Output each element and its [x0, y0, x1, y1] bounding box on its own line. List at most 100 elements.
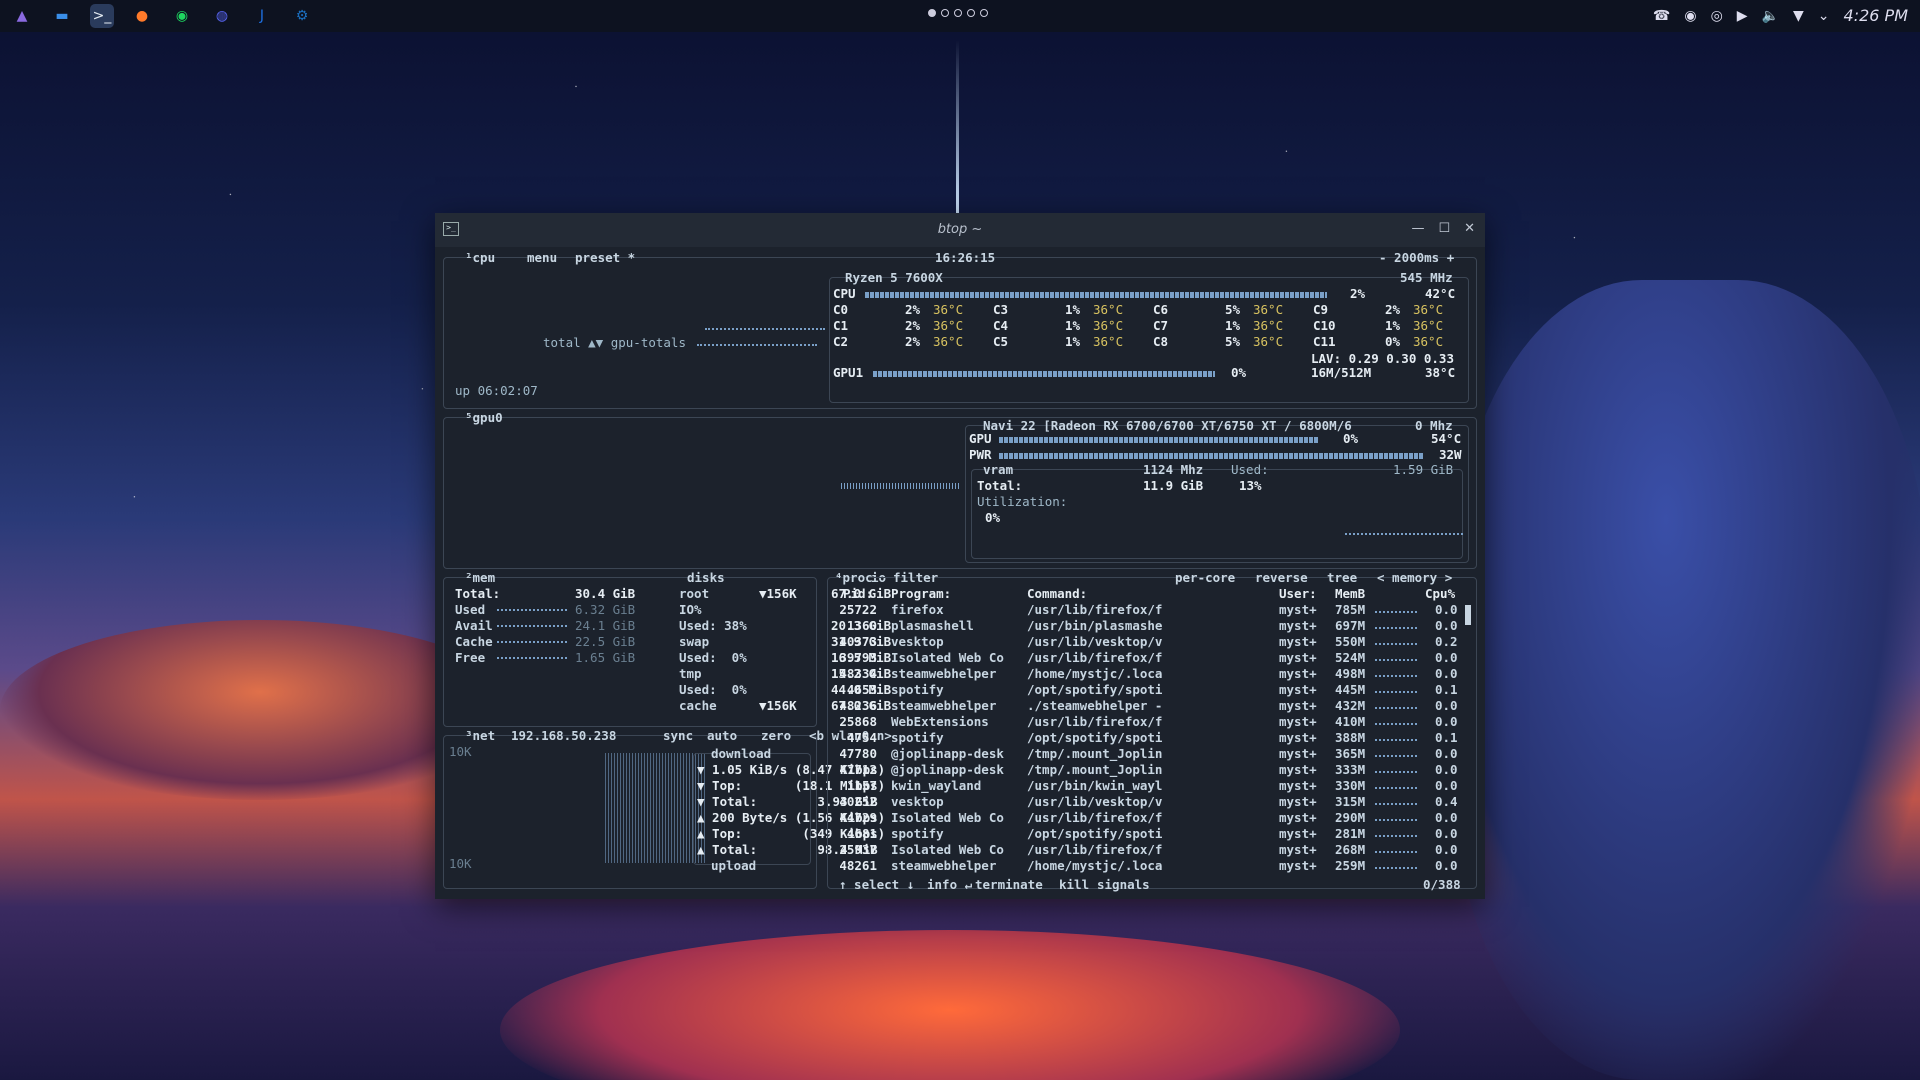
update-interval[interactable]: - 2000ms + — [1379, 250, 1454, 266]
core-usage: 2% — [905, 334, 921, 349]
select-control[interactable]: ↑ select ↓ — [839, 877, 914, 893]
col-cpu[interactable]: Cpu% — [1425, 586, 1455, 602]
wallpaper-cloud — [1450, 280, 1920, 1080]
proc-cpu: 0.2 — [1435, 634, 1458, 649]
mem-row-label: Used — [455, 602, 486, 617]
col-pid[interactable]: Pid: — [843, 586, 873, 602]
cpu-sparkline — [1375, 627, 1417, 631]
filter-button[interactable]: filter — [893, 570, 938, 586]
mem-row-value: 1.65 GiB — [575, 650, 636, 665]
proc-program: vesktop — [891, 634, 944, 649]
mem-panel-title[interactable]: ²mem — [465, 570, 495, 586]
cpu-sparkline — [1375, 739, 1417, 743]
maximize-icon[interactable]: ☐ — [1438, 221, 1450, 236]
proc-user: myst+ — [1279, 858, 1317, 873]
file-manager-icon[interactable]: ▬ — [50, 4, 74, 28]
sort-selector[interactable]: < memory > — [1377, 570, 1452, 586]
terminate-button[interactable]: terminate — [975, 877, 1043, 893]
proc-command: /tmp/.mount_Joplin — [1027, 746, 1163, 761]
spotify-tray-icon[interactable]: ◉ — [1684, 8, 1696, 24]
net-scale-top: 10K — [449, 744, 472, 759]
steam-icon[interactable]: ⚙ — [290, 4, 314, 28]
proc-scrollbar[interactable] — [1465, 605, 1471, 625]
per-core-toggle[interactable]: per-core — [1175, 570, 1235, 586]
kdeconnect-icon[interactable]: ☎ — [1653, 8, 1670, 24]
core-label: C11 — [1313, 334, 1336, 349]
tree-toggle[interactable]: tree — [1327, 570, 1357, 586]
menu-button[interactable]: menu — [527, 250, 557, 266]
volume-icon[interactable]: 🔈 — [1762, 8, 1779, 24]
desktop-1-indicator[interactable] — [928, 9, 936, 17]
app-launcher-icon[interactable]: ▲ — [10, 4, 34, 28]
proc-cpu: 0.0 — [1435, 698, 1458, 713]
cpu-panel-title[interactable]: ¹cpu — [465, 250, 495, 266]
spotify-icon[interactable]: ◉ — [170, 4, 194, 28]
core-usage: 2% — [905, 302, 921, 317]
cpu-graph-selector[interactable]: total ▲▼ gpu-totals — [543, 335, 686, 351]
proc-pid: 48236 — [839, 698, 877, 713]
close-icon[interactable]: ✕ — [1464, 221, 1475, 236]
info-button[interactable]: info ↵ — [927, 877, 972, 893]
col-mem[interactable]: MemB — [1335, 586, 1365, 602]
gpu-temp: 54°C — [1431, 431, 1462, 446]
proc-program: Isolated Web Co — [891, 650, 1004, 665]
reverse-toggle[interactable]: reverse — [1255, 570, 1308, 586]
proc-pid: 48261 — [839, 858, 877, 873]
disk-row-label: Used: 38% — [679, 618, 747, 633]
proc-pid: 47712 — [839, 762, 877, 777]
core-temp: 36°C — [1253, 302, 1284, 317]
proc-user: myst+ — [1279, 794, 1317, 809]
virtual-desktop-pager[interactable] — [928, 9, 988, 17]
sync-toggle[interactable]: sync — [663, 728, 693, 744]
gpu-utilization-value: 0% — [985, 510, 1001, 525]
core-temp: 36°C — [1093, 318, 1124, 333]
desktop-3-indicator[interactable] — [954, 9, 962, 17]
window-titlebar[interactable]: >_ btop ~ — ☐ ✕ — [435, 213, 1485, 247]
gpu-panel-title[interactable]: ⁵gpu0 — [465, 410, 503, 426]
clock[interactable]: 4:26 PM — [1844, 6, 1908, 25]
media-player-icon[interactable]: ▶ — [1737, 8, 1748, 24]
discord-icon[interactable]: ◍ — [210, 4, 234, 28]
core-temp: 36°C — [933, 302, 964, 317]
minimize-icon[interactable]: — — [1411, 221, 1424, 236]
kill-button[interactable]: kill — [1059, 877, 1089, 893]
proc-user: myst+ — [1279, 714, 1317, 729]
tray-expand-icon[interactable]: ⌄ — [1818, 8, 1830, 24]
proc-pid: 1157 — [846, 778, 877, 793]
preset-button[interactable]: preset * — [575, 250, 635, 266]
core-label: C8 — [1153, 334, 1169, 349]
proc-cpu: 0.0 — [1435, 618, 1458, 633]
cpu-sparkline — [1375, 691, 1417, 695]
disk-row-label: Used: 0% — [679, 682, 747, 697]
proc-pid: 44729 — [839, 810, 877, 825]
gpu-util-bar — [999, 437, 1319, 443]
core-usage: 2% — [1385, 302, 1401, 317]
vram-label: vram — [983, 462, 1014, 477]
zero-toggle[interactable]: zero — [761, 728, 791, 744]
col-user[interactable]: User: — [1279, 586, 1317, 602]
joplin-icon[interactable]: J — [250, 4, 274, 28]
desktop-2-indicator[interactable] — [941, 9, 949, 17]
cpu-total-graph — [705, 328, 825, 332]
cpu-sparkline — [1375, 835, 1417, 839]
proc-user: myst+ — [1279, 602, 1317, 617]
col-command[interactable]: Command: — [1027, 586, 1087, 602]
firefox-icon[interactable]: ● — [130, 4, 154, 28]
col-program[interactable]: Program: — [891, 586, 951, 602]
taskbar: ▲ ▬ >_ ● ◉ ◍ J ⚙ ☎ ◉ ◎ ▶ 🔈 ▼ ⌄ 4:26 PM — [0, 0, 1920, 32]
proc-panel-title[interactable]: ⁴proc — [835, 570, 873, 586]
desktop-4-indicator[interactable] — [967, 9, 975, 17]
proc-command: /usr/lib/firefox/f — [1027, 650, 1163, 665]
proc-command: /opt/spotify/spoti — [1027, 826, 1163, 841]
wifi-icon[interactable]: ▼ — [1793, 8, 1804, 24]
net-panel-title[interactable]: ³net — [465, 728, 495, 744]
auto-toggle[interactable]: auto — [707, 728, 737, 744]
terminal-icon[interactable]: >_ — [90, 4, 114, 28]
proc-command: /usr/lib/vesktop/v — [1027, 794, 1163, 809]
core-usage: 1% — [1065, 334, 1081, 349]
desktop-5-indicator[interactable] — [980, 9, 988, 17]
disk-row-io: ▼156K — [759, 586, 797, 601]
steam-tray-icon[interactable]: ◎ — [1711, 8, 1723, 24]
disk-row-label: cache — [679, 698, 717, 713]
signals-button[interactable]: signals — [1097, 877, 1150, 893]
